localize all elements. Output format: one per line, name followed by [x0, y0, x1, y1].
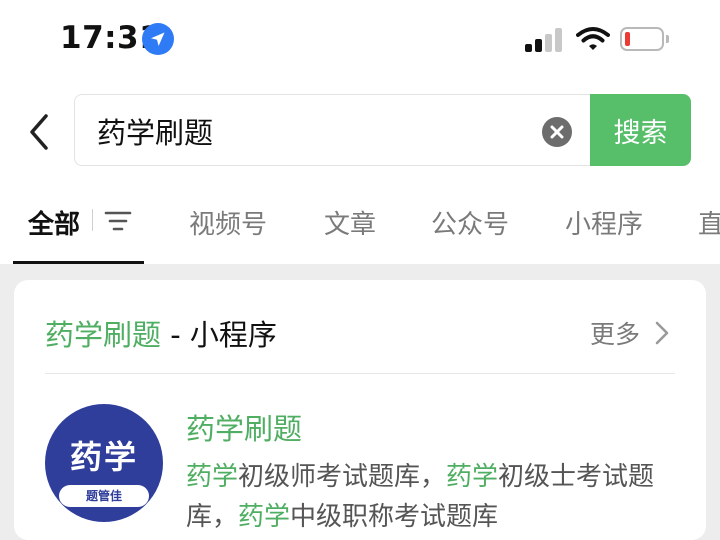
tab-video[interactable]: 视频号 — [189, 204, 267, 241]
search-box[interactable] — [74, 94, 594, 166]
battery-icon — [620, 27, 669, 51]
battery-level — [625, 32, 630, 46]
card-title: 药学刷题 - 小程序 — [45, 312, 277, 354]
tab-official-accounts[interactable]: 公众号 — [431, 204, 509, 241]
filter-icon[interactable] — [104, 210, 132, 236]
tab-all[interactable]: 全部 — [28, 204, 80, 241]
location-arrow-icon — [142, 23, 174, 55]
header-area: 17:31 搜索 全部 视频号 — [0, 0, 720, 264]
logo-text: 药学 — [69, 438, 138, 476]
clear-icon[interactable] — [542, 117, 572, 147]
app-logo[interactable]: 药学 题管佳 — [45, 404, 163, 522]
back-arrow-icon[interactable] — [22, 112, 58, 152]
card-title-keyword: 药学刷题 — [45, 318, 162, 352]
more-link[interactable]: 更多 — [590, 315, 640, 351]
search-input[interactable] — [97, 113, 517, 149]
tab-articles[interactable]: 文章 — [324, 204, 376, 241]
tab-mini-programs[interactable]: 小程序 — [565, 204, 643, 241]
card-title-suffix: - 小程序 — [161, 318, 277, 352]
tab-live[interactable]: 直 — [698, 204, 720, 241]
active-tab-indicator — [13, 261, 144, 264]
cellular-signal-icon — [525, 28, 563, 52]
chevron-right-icon[interactable] — [654, 320, 670, 350]
mini-program-result-card: 药学刷题 - 小程序 更多 药学 题管佳 药学刷题 药学初级师考试题库，药学初级… — [14, 280, 706, 540]
search-button[interactable]: 搜索 — [590, 94, 691, 166]
divider — [45, 373, 675, 374]
tab-separator — [92, 209, 93, 231]
app-description: 药学初级师考试题库，药学初级士考试题库，药学中级职称考试题库 — [186, 462, 655, 532]
app-name[interactable]: 药学刷题 — [186, 406, 302, 448]
wifi-icon — [576, 26, 610, 56]
logo-subtext: 题管佳 — [59, 485, 149, 507]
